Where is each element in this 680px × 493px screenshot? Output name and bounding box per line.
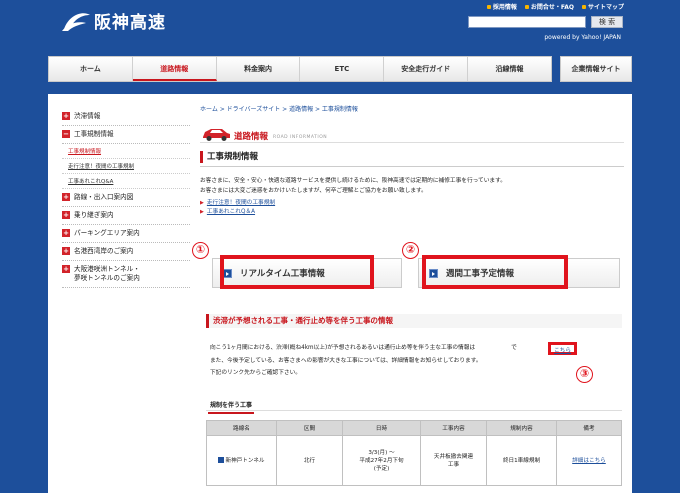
construction-table: 路線名 区間 日時 工事内容 規制内容 備考 新神戸トンネル 北行 3/3(月)… xyxy=(206,420,622,486)
datetime-line: 3/3(月) ～ xyxy=(368,449,395,456)
logo-mark-icon xyxy=(60,9,92,33)
section-title-en: ROAD INFORMATION xyxy=(273,135,328,140)
powered-by: powered by Yahoo! JAPAN xyxy=(544,34,621,41)
sidebar-item-label: パーキングエリア案内 xyxy=(74,229,140,237)
details-cell-link[interactable]: 詳細はこちら xyxy=(556,435,622,486)
sidebar-item-bayshore[interactable]: + 名港西湾岸のご案内 xyxy=(62,243,190,261)
section-header: 道路情報 ROAD INFORMATION xyxy=(200,121,624,143)
details-link[interactable]: こちら xyxy=(548,342,578,355)
column-header: 工事内容 xyxy=(420,420,487,436)
plus-icon: + xyxy=(62,229,70,237)
sidebar-item-route-map[interactable]: + 路線・出入口案内図 xyxy=(62,189,190,207)
sidebar-item-tunnels[interactable]: + 大阪港咲洲トンネル・ 夢咲トンネルのご案内 xyxy=(62,261,190,288)
regulation-cell: 終日1車線規制 xyxy=(486,435,557,486)
notice-line: 向こう1ヶ月間における、渋滞(概ね4km以上)が予想されるあるいは通行止め等を伴… xyxy=(210,345,476,351)
sidebar-subitem-night-work[interactable]: 走行注意！夜間の工事規制 xyxy=(62,159,190,174)
breadcrumb[interactable]: ホーム > ドライバーズサイト > 道路情報 > 工事規制情報 xyxy=(200,104,624,113)
subsection-heading: 渋滞が予想される工事・通行止め等を伴う工事の情報 xyxy=(206,314,622,328)
highlight-box xyxy=(422,255,568,289)
sidebar-item-label: 渋滞情報 xyxy=(74,112,101,120)
sidebar-item-label: 名港西湾岸のご案内 xyxy=(74,247,134,255)
car-icon xyxy=(203,129,230,141)
work-cell: 天井板撤去関連 工事 xyxy=(420,435,487,486)
top-links: 採用情報 お問合せ・FAQ サイトマップ xyxy=(486,2,624,11)
plus-icon: + xyxy=(62,247,70,255)
route-icon xyxy=(218,457,225,463)
sidebar-item-traffic[interactable]: + 渋滞情報 xyxy=(62,108,190,126)
minus-icon: − xyxy=(62,130,70,138)
sidebar-item-label: 大阪港咲洲トンネル・ 夢咲トンネルのご案内 xyxy=(74,265,140,282)
sidebar-item-label: 乗り継ぎ案内 xyxy=(74,211,114,219)
tab-construction-with-restrictions[interactable]: 規制を伴う工事 xyxy=(208,400,255,414)
datetime-cell: 3/3(月) ～ 平成27年2月下旬 (予定) xyxy=(342,435,421,486)
plus-icon: + xyxy=(62,193,70,201)
night-work-link[interactable]: 走行注意！夜間の工事規制 xyxy=(207,199,275,208)
column-header: 備考 xyxy=(556,420,622,436)
sidebar-item-label: 路線・出入口案内図 xyxy=(74,193,134,201)
sidebar-item-construction[interactable]: − 工事規制情報 xyxy=(62,126,190,144)
notice-end: で xyxy=(511,345,517,351)
faq-link[interactable]: お問合せ・FAQ xyxy=(524,2,574,11)
highlight-box xyxy=(220,255,374,289)
content-panel: + 渋滞情報 − 工事規制情報 工事規制情報 走行注意！夜間の工事規制 工事あれこれ… xyxy=(48,94,632,493)
section-cell: 北行 xyxy=(276,435,343,486)
nav-road-info[interactable]: 道路情報 xyxy=(132,57,217,81)
search-input[interactable] xyxy=(468,16,586,28)
nav-home[interactable]: ホーム xyxy=(49,57,133,81)
plus-icon: + xyxy=(62,265,70,273)
nav-etc[interactable]: ETC xyxy=(300,57,385,81)
action-buttons: リアルタイム工事情報 週間工事予定情報 ① ② xyxy=(192,242,622,290)
column-header: 日時 xyxy=(342,420,421,436)
plus-icon: + xyxy=(62,211,70,219)
recruit-link[interactable]: 採用情報 xyxy=(486,2,517,11)
annotation-1: ① xyxy=(192,242,209,259)
bullet-icon xyxy=(524,4,529,9)
construction-faq-link[interactable]: 工事あれこれQ＆A xyxy=(207,208,255,217)
sidebar-item-label: 工事規制情報 xyxy=(74,130,114,138)
route-cell: 新神戸トンネル xyxy=(206,435,277,486)
intro-line: お客さまには大変ご迷惑をおかけいたしますが、何卒ご理解とご協力をお願い致します。 xyxy=(200,188,427,194)
section-title: 道路情報 xyxy=(234,132,269,142)
divider xyxy=(206,410,622,411)
main-nav: ホーム 道路情報 料金案内 ETC 安全走行ガイド 沿線情報 xyxy=(48,56,552,82)
sidebar-subitem-faq[interactable]: 工事あれこれQ&A xyxy=(62,174,190,189)
sidebar-item-transfer[interactable]: + 乗り継ぎ案内 xyxy=(62,207,190,225)
intro-links: ▶ 走行注意！夜間の工事規制 ▶ 工事あれこれQ＆A xyxy=(200,199,624,217)
sidebar-subitem-construction-info[interactable]: 工事規制情報 xyxy=(62,144,190,159)
intro-line: お客さまに、安全・安心・快適な道路サービスを提供し続けるために、阪神高速では定期… xyxy=(200,178,506,184)
intro-text: お客さまに、安全・安心・快適な道路サービスを提供し続けるために、阪神高速では定期… xyxy=(200,176,624,196)
table-row: 新神戸トンネル 北行 3/3(月) ～ 平成27年2月下旬 (予定) 天井板撤去… xyxy=(206,435,622,486)
arrow-icon: ▶ xyxy=(200,200,204,206)
main-content: ホーム > ドライバーズサイト > 道路情報 > 工事規制情報 道路情報 ROA… xyxy=(192,104,624,486)
column-header: 区間 xyxy=(276,420,343,436)
nav-area-info[interactable]: 沿線情報 xyxy=(468,57,551,81)
logo-text: 阪神高速 xyxy=(94,13,166,33)
bullet-icon xyxy=(581,4,586,9)
page-title: 工事規制情報 xyxy=(200,151,624,163)
plus-icon: + xyxy=(62,112,70,120)
notice-line: 下記のリンク先からご確認下さい。 xyxy=(210,370,301,376)
datetime-line: 平成27年2月下旬 xyxy=(359,457,404,464)
bullet-icon xyxy=(486,4,491,9)
datetime-line: (予定) xyxy=(373,465,390,472)
table-header-row: 路線名 区間 日時 工事内容 規制内容 備考 xyxy=(206,420,622,436)
annotation-2: ② xyxy=(402,242,419,259)
column-header: 規制内容 xyxy=(486,420,557,436)
nav-safety-guide[interactable]: 安全走行ガイド xyxy=(384,57,469,81)
sidebar: + 渋滞情報 − 工事規制情報 工事規制情報 走行注意！夜間の工事規制 工事あれこれ… xyxy=(62,108,190,288)
column-header: 路線名 xyxy=(206,420,277,436)
sitemap-link[interactable]: サイトマップ xyxy=(581,2,624,11)
nav-corporate-site[interactable]: 企業情報サイト xyxy=(560,56,632,82)
nav-toll[interactable]: 料金案内 xyxy=(217,57,301,81)
annotation-3: ③ xyxy=(576,366,593,383)
work-line: 工事 xyxy=(447,461,460,468)
work-line: 天井板撤去関連 xyxy=(433,453,474,460)
logo[interactable]: 阪神高速 xyxy=(60,8,166,33)
divider xyxy=(200,166,624,167)
sidebar-item-parking[interactable]: + パーキングエリア案内 xyxy=(62,225,190,243)
route-name: 新神戸トンネル xyxy=(225,457,265,464)
arrow-icon: ▶ xyxy=(200,209,204,215)
search-button[interactable]: 検 索 xyxy=(591,16,623,28)
